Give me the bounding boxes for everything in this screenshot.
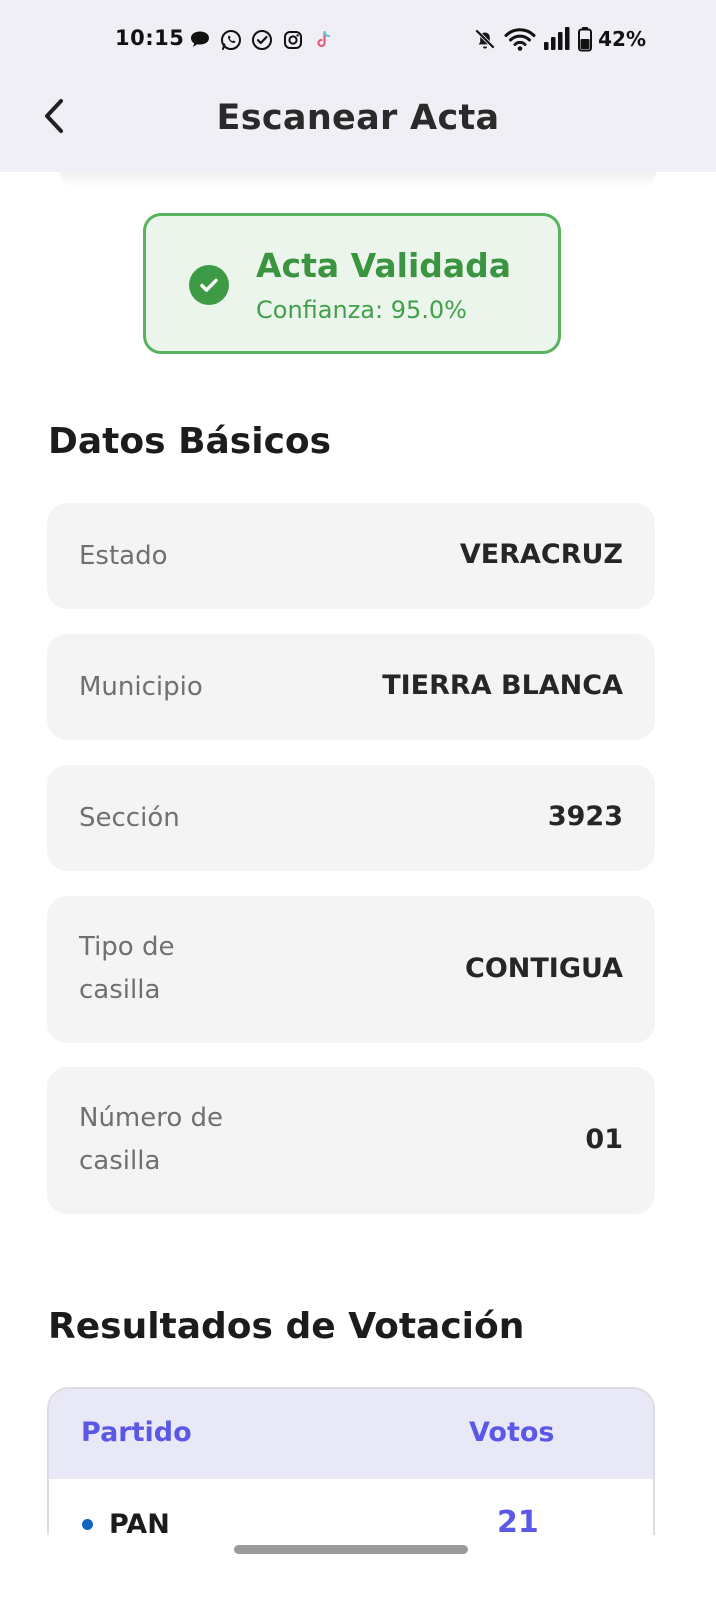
field-tipo-casilla: Tipo de casilla CONTIGUA [47, 896, 655, 1043]
field-value: CONTIGUA [465, 953, 623, 984]
field-label: Estado [79, 541, 168, 571]
battery-icon [578, 26, 593, 52]
party-color-dot [82, 1519, 93, 1530]
field-label: Número de casilla [79, 1103, 224, 1176]
signal-icon [542, 26, 572, 52]
validation-title: Acta Validada [256, 246, 512, 285]
app-bar: Escanear Acta [0, 80, 716, 172]
column-header-votos: Votos [469, 1417, 555, 1448]
field-numero-casilla: Número de casilla 01 [47, 1067, 655, 1214]
field-municipio: Municipio TIERRA BLANCA [47, 634, 655, 740]
home-indicator[interactable] [234, 1545, 468, 1554]
basic-data-heading: Datos Básicos [48, 421, 332, 462]
chat-bubble-icon [188, 28, 212, 52]
bell-off-icon [472, 26, 498, 52]
check-circle-icon [250, 28, 274, 52]
check-circle-icon [189, 265, 229, 305]
page-title: Escanear Acta [216, 98, 500, 138]
results-heading: Resultados de Votación [48, 1306, 525, 1347]
whatsapp-icon [219, 28, 243, 52]
battery-percentage: 42% [598, 27, 646, 51]
status-bar: 10:15 42% [0, 0, 716, 80]
instagram-icon [281, 28, 305, 52]
tiktok-icon [312, 28, 336, 52]
notification-icons [188, 28, 336, 52]
field-value: 01 [585, 1124, 623, 1155]
validation-badge: Acta Validada Confianza: 95.0% [143, 213, 561, 354]
field-label: Tipo de casilla [79, 932, 175, 1005]
validation-confidence: Confianza: 95.0% [256, 296, 467, 324]
field-estado: Estado VERACRUZ [47, 503, 655, 609]
field-value: VERACRUZ [459, 539, 623, 570]
field-value: 3923 [547, 801, 623, 832]
header-area: 10:15 42% Escanear Acta [0, 0, 716, 172]
field-seccion: Sección 3923 [47, 765, 655, 871]
field-label: Municipio [79, 672, 203, 702]
system-icons: 42% [472, 26, 646, 52]
status-time: 10:15 [115, 26, 185, 50]
results-table-header: Partido Votos [49, 1389, 653, 1479]
column-header-partido: Partido [81, 1417, 192, 1448]
header-shadow [60, 172, 656, 188]
field-value: TIERRA BLANCA [382, 670, 623, 701]
field-label: Sección [79, 803, 180, 833]
wifi-icon [504, 26, 536, 52]
